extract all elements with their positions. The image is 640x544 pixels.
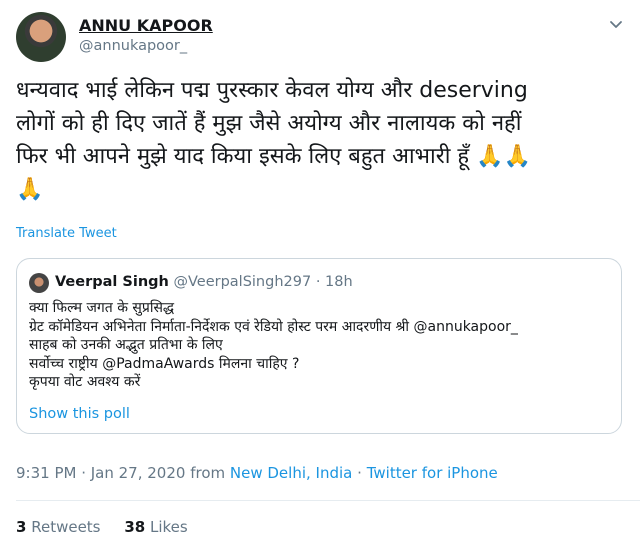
meta-separator: · [357,464,362,482]
quoted-line: साहब को उनकी अद्भुत प्रतिभा के लिए [29,337,223,353]
folded-hands-emoji: 🙏🙏 [476,144,531,169]
retweets-stat[interactable]: 3 Retweets [16,518,101,536]
divider [16,500,640,501]
retweets-label: Retweets [31,518,101,536]
quoted-line: कृपया वोट अवश्य करें [29,374,141,390]
tweet-source-link[interactable]: Twitter for iPhone [367,464,498,482]
show-poll-link[interactable]: Show this poll [29,406,130,422]
quoted-separator: · [315,274,321,290]
author-avatar[interactable] [16,12,66,62]
tweet-location-link[interactable]: New Delhi, India [230,464,352,482]
author-name[interactable]: ANNU KAPOOR [79,16,213,35]
quoted-header: Veerpal Singh @VeerpalSingh297 · 18h [55,274,353,290]
quoted-avatar [29,273,49,293]
quoted-text: क्या फिल्म जगत के सुप्रसिद्ध ग्रेट कॉमेड… [29,299,619,392]
likes-label: Likes [150,518,188,536]
tweet-line: लोगों को ही दिए जातें हैं मुझ जैसे अयोग्… [16,111,522,136]
quoted-line: क्या फिल्म जगत के सुप्रसिद्ध [29,300,175,316]
quoted-time: 18h [325,274,353,290]
tweet-line: धन्यवाद भाई लेकिन पद्म पुरस्कार केवल योग… [16,78,528,103]
quoted-line: सर्वोच्च राष्ट्रीय @PadmaAwards मिलना चा… [29,355,300,372]
author-handle[interactable]: @annukapoor_ [79,38,187,54]
tweet-stats: 3 Retweets 38 Likes [16,518,188,536]
quoted-line: ग्रेट कॉमेडियन अभिनेता निर्माता-निर्देशक… [29,318,518,335]
tweet-line-text: फिर भी आपने मुझे याद किया इसके लिए बहुत … [16,144,470,169]
folded-hands-emoji: 🙏 [16,177,44,202]
likes-count: 38 [124,518,146,536]
quoted-author-name: Veerpal Singh [55,274,169,290]
tweet-meta: 9:31 PM · Jan 27, 2020 from New Delhi, I… [16,464,498,482]
likes-stat[interactable]: 38 Likes [124,518,187,536]
quoted-author-handle: @VeerpalSingh297 [173,274,312,290]
tweet-line: फिर भी आपने मुझे याद किया इसके लिए बहुत … [16,140,626,173]
tweet-datetime[interactable]: 9:31 PM · Jan 27, 2020 from [16,464,225,482]
retweets-count: 3 [16,518,27,536]
tweet-text: धन्यवाद भाई लेकिन पद्म पुरस्कार केवल योग… [16,74,626,206]
chevron-down-icon[interactable] [608,16,624,32]
tweet-line: 🙏 [16,173,626,206]
quoted-tweet-card[interactable]: Veerpal Singh @VeerpalSingh297 · 18h क्य… [16,258,622,434]
translate-tweet-link[interactable]: Translate Tweet [16,226,117,241]
